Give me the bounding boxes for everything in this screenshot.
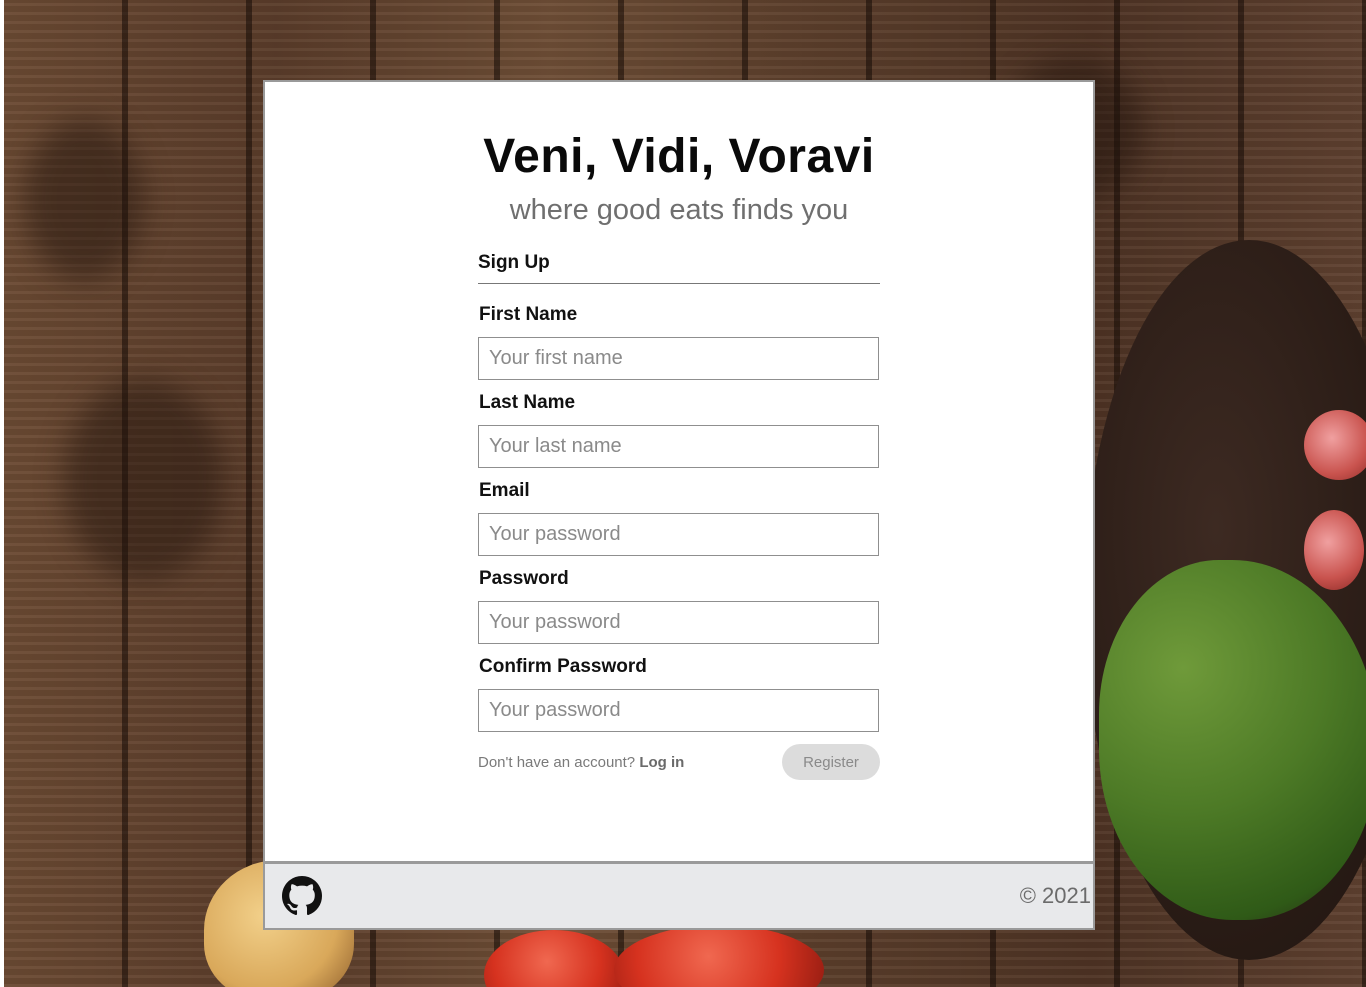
first-name-field: First Name	[478, 304, 880, 380]
last-name-input[interactable]	[478, 425, 879, 468]
last-name-field: Last Name	[478, 392, 880, 468]
signup-form: Sign Up First Name Last Name Email Passw…	[478, 252, 880, 780]
register-button[interactable]: Register	[782, 744, 880, 780]
signup-card: Veni, Vidi, Voravi where good eats finds…	[263, 80, 1095, 930]
github-icon[interactable]	[282, 876, 322, 916]
login-prompt-text: Don't have an account?	[478, 753, 636, 771]
confirm-password-label: Confirm Password	[479, 656, 647, 677]
email-field: Email	[478, 480, 880, 556]
login-link[interactable]: Log in	[639, 754, 684, 771]
first-name-input[interactable]	[478, 337, 879, 380]
password-field: Password	[478, 568, 880, 644]
login-prompt: Don't have an account? Log in	[478, 754, 684, 771]
email-label: Email	[479, 480, 530, 501]
app-title: Veni, Vidi, Voravi	[483, 130, 875, 183]
footer: © 2021	[265, 861, 1093, 928]
password-label: Password	[479, 568, 569, 589]
confirm-password-input[interactable]	[478, 689, 879, 732]
app-tagline: where good eats finds you	[509, 194, 849, 226]
password-input[interactable]	[478, 601, 879, 644]
form-heading: Sign Up	[478, 252, 880, 284]
confirm-password-field: Confirm Password	[478, 656, 880, 732]
last-name-label: Last Name	[479, 392, 576, 413]
header: Veni, Vidi, Voravi where good eats finds…	[265, 130, 1093, 228]
copyright-text: © 2021	[1019, 883, 1091, 908]
first-name-label: First Name	[479, 304, 578, 325]
email-input[interactable]	[478, 513, 879, 556]
form-actions: Don't have an account? Log in Register	[478, 744, 880, 780]
